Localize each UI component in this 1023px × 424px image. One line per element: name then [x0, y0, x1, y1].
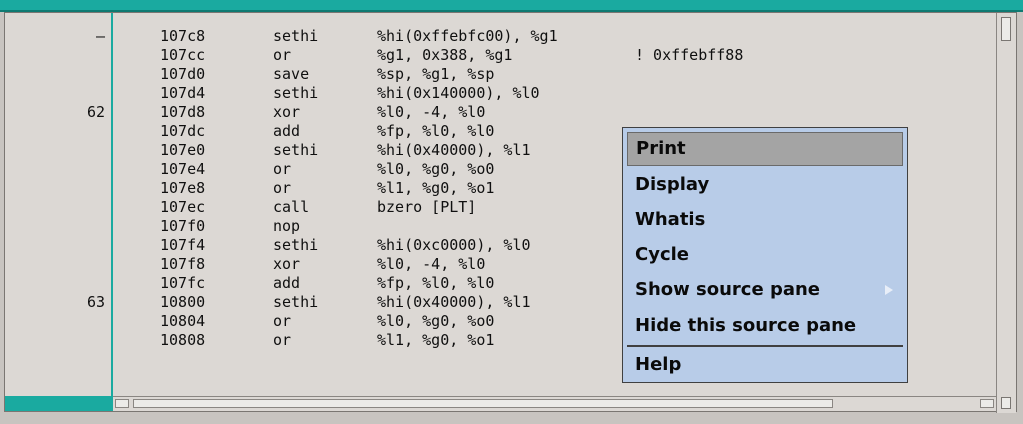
- submenu-arrow-icon: [885, 285, 893, 295]
- instruction-address: 107d0: [160, 65, 206, 83]
- horizontal-scroll-thumb[interactable]: [133, 399, 833, 408]
- instruction-address: 107f4: [160, 236, 206, 254]
- instruction-address: 107d4: [160, 84, 206, 102]
- instruction-opcode: or: [273, 331, 292, 349]
- gutter-line-number: –: [95, 27, 105, 45]
- instruction-operands: %hi(0x140000), %l0: [377, 84, 540, 102]
- disassembly-row[interactable]: 107c8 sethi %hi(0xffebfc00), %g1: [115, 27, 995, 45]
- menu-item-print[interactable]: Print: [627, 132, 903, 166]
- menu-separator: [627, 345, 903, 347]
- instruction-operands: %hi(0xc0000), %l0: [377, 236, 531, 254]
- menu-item-label: Whatis: [635, 209, 706, 230]
- menu-item-label: Print: [636, 138, 686, 159]
- line-number-gutter: – 62 63: [5, 13, 113, 398]
- instruction-operands: %l0, %g0, %o0: [377, 160, 495, 178]
- context-menu: Print Display Whatis Cycle Show source pane H…: [622, 127, 908, 383]
- instruction-address: 107f0: [160, 217, 206, 235]
- instruction-comment: ! 0xffebff88: [635, 46, 744, 64]
- instruction-address: 107d8: [160, 103, 206, 121]
- scroll-right-arrow[interactable]: [980, 399, 994, 408]
- instruction-opcode: add: [273, 122, 301, 140]
- menu-item-help[interactable]: Help: [627, 348, 903, 382]
- menu-item-hide-this-source-pane[interactable]: Hide this source pane: [627, 309, 903, 343]
- window-title-strip: [0, 0, 1023, 12]
- menu-item-show-source-pane[interactable]: Show source pane: [627, 273, 903, 307]
- instruction-operands: %hi(0x40000), %l1: [377, 293, 531, 311]
- instruction-opcode: sethi: [273, 293, 319, 311]
- vertical-scrollbar[interactable]: [996, 13, 1016, 413]
- instruction-opcode: or: [273, 46, 292, 64]
- instruction-opcode: or: [273, 160, 292, 178]
- instruction-operands: %l1, %g0, %o1: [377, 179, 495, 197]
- instruction-address: 107e8: [160, 179, 206, 197]
- instruction-opcode: sethi: [273, 236, 319, 254]
- horizontal-scrollbar[interactable]: [113, 396, 998, 411]
- instruction-operands: %g1, 0x388, %g1: [377, 46, 513, 64]
- disassembly-row[interactable]: 107d4 sethi %hi(0x140000), %l0: [115, 84, 995, 102]
- gutter-line-number: 62: [86, 103, 105, 121]
- disassembly-row[interactable]: 107cc or %g1, 0x388, %g1 ! 0xffebff88: [115, 46, 995, 64]
- instruction-address: 107dc: [160, 122, 206, 140]
- menu-item-label: Help: [635, 354, 682, 375]
- instruction-address: 10808: [160, 331, 206, 349]
- instruction-operands: %l0, -4, %l0: [377, 103, 486, 121]
- instruction-opcode: xor: [273, 255, 301, 273]
- gutter-line-number: 63: [86, 293, 105, 311]
- instruction-address: 107ec: [160, 198, 206, 216]
- scroll-up-arrow[interactable]: [1001, 17, 1011, 41]
- menu-item-label: Hide this source pane: [635, 315, 857, 336]
- disassembly-row[interactable]: 107d0 save %sp, %g1, %sp: [115, 65, 995, 83]
- instruction-opcode: call: [273, 198, 310, 216]
- gutter-corner: [5, 396, 113, 411]
- instruction-operands: %fp, %l0, %l0: [377, 274, 495, 292]
- instruction-opcode: nop: [273, 217, 301, 235]
- menu-item-label: Display: [635, 174, 710, 195]
- instruction-operands: %hi(0x40000), %l1: [377, 141, 531, 159]
- instruction-opcode: xor: [273, 103, 301, 121]
- instruction-operands: %l0, %g0, %o0: [377, 312, 495, 330]
- menu-item-whatis[interactable]: Whatis: [627, 203, 903, 237]
- scroll-left-arrow[interactable]: [115, 399, 129, 408]
- instruction-operands: %hi(0xffebfc00), %g1: [377, 27, 558, 45]
- instruction-opcode: save: [273, 65, 310, 83]
- scroll-down-arrow[interactable]: [1001, 397, 1011, 409]
- instruction-operands: %fp, %l0, %l0: [377, 122, 495, 140]
- instruction-address: 107f8: [160, 255, 206, 273]
- menu-item-label: Cycle: [635, 244, 689, 265]
- instruction-opcode: or: [273, 312, 292, 330]
- disassembly-row[interactable]: 107d8 xor %l0, -4, %l0: [115, 103, 995, 121]
- instruction-operands: bzero [PLT]: [377, 198, 477, 216]
- instruction-opcode: sethi: [273, 141, 319, 159]
- menu-item-display[interactable]: Display: [627, 168, 903, 202]
- instruction-opcode: add: [273, 274, 301, 292]
- instruction-opcode: or: [273, 179, 292, 197]
- instruction-operands: %l1, %g0, %o1: [377, 331, 495, 349]
- instruction-address: 107fc: [160, 274, 206, 292]
- instruction-operands: %sp, %g1, %sp: [377, 65, 495, 83]
- instruction-address: 107e0: [160, 141, 206, 159]
- menu-item-label: Show source pane: [635, 279, 821, 300]
- instruction-opcode: sethi: [273, 84, 319, 102]
- instruction-opcode: sethi: [273, 27, 319, 45]
- instruction-address: 107cc: [160, 46, 206, 64]
- instruction-operands: %l0, -4, %l0: [377, 255, 486, 273]
- menu-item-cycle[interactable]: Cycle: [627, 238, 903, 272]
- instruction-address: 10804: [160, 312, 206, 330]
- instruction-address: 10800: [160, 293, 206, 311]
- instruction-address: 107c8: [160, 27, 206, 45]
- instruction-address: 107e4: [160, 160, 206, 178]
